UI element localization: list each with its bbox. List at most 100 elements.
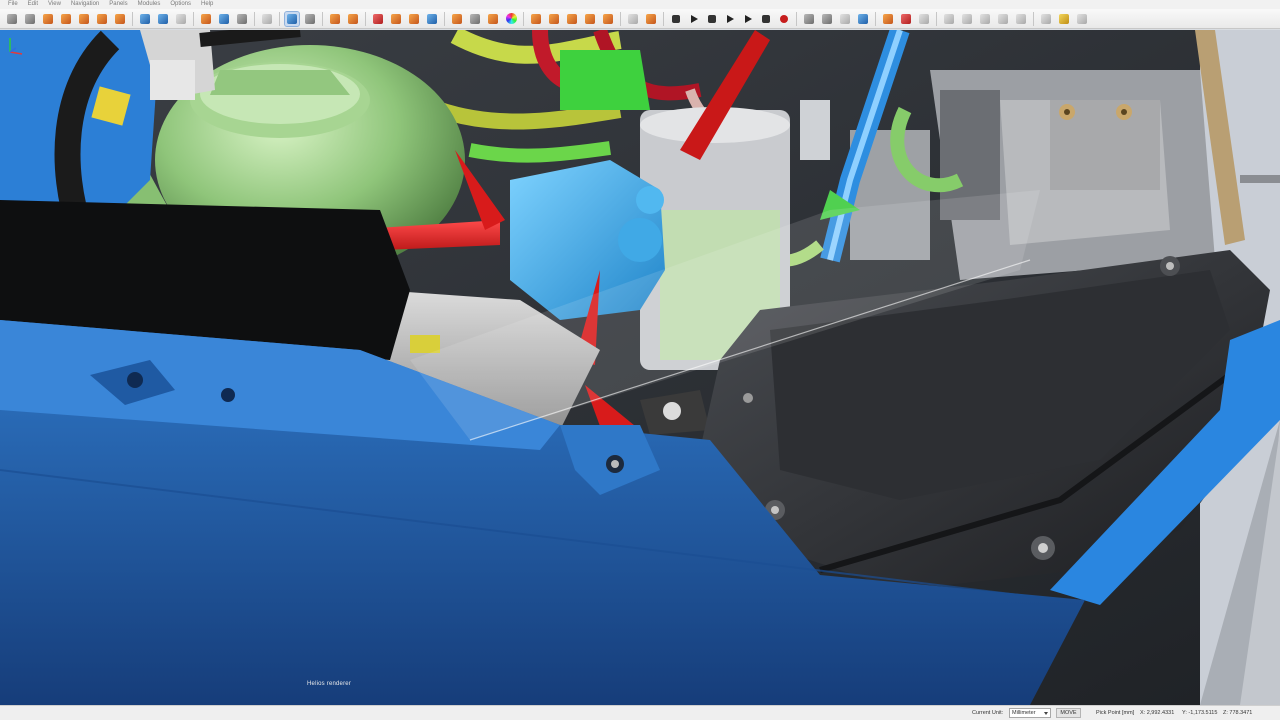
step-forward-button[interactable] <box>741 12 755 26</box>
tool-button[interactable] <box>217 12 231 26</box>
select-button[interactable] <box>5 12 19 26</box>
sphere-button[interactable] <box>95 12 109 26</box>
menu-options[interactable]: Options <box>166 0 195 9</box>
move-button[interactable] <box>328 12 342 26</box>
sphere-icon <box>97 13 107 24</box>
cube-icon <box>79 13 89 24</box>
navigate-button[interactable] <box>284 10 300 27</box>
zoom-icon <box>998 13 1008 24</box>
navigate-icon <box>287 13 297 24</box>
paste-icon <box>158 13 168 24</box>
color-wheel-button[interactable] <box>504 12 518 26</box>
pen-button[interactable] <box>23 12 37 26</box>
align-button[interactable] <box>960 12 974 26</box>
layout-button[interactable] <box>1014 12 1028 26</box>
pick-x-value: X: 2,992.4331 <box>1140 710 1175 716</box>
record-button[interactable] <box>777 12 791 26</box>
cube-button[interactable] <box>547 12 561 26</box>
cube-icon <box>567 13 577 24</box>
layout-button[interactable] <box>838 12 852 26</box>
3d-viewport[interactable]: Helios renderer <box>0 30 1280 705</box>
grid-button[interactable] <box>626 12 640 26</box>
settings-button[interactable] <box>1039 12 1053 26</box>
menu-navigation[interactable]: Navigation <box>67 0 103 9</box>
menu-view[interactable]: View <box>44 0 65 9</box>
box-icon <box>43 13 53 24</box>
cube-button[interactable] <box>529 12 543 26</box>
toolbar-separator <box>620 11 621 26</box>
pointer-button[interactable] <box>856 12 870 26</box>
layout-icon <box>840 13 850 24</box>
x-icon <box>901 13 911 24</box>
pause-button[interactable] <box>705 12 719 26</box>
cube-button[interactable] <box>346 12 360 26</box>
mode-button[interactable]: MOVE <box>1056 708 1081 718</box>
cube-button[interactable] <box>113 12 127 26</box>
fold-button[interactable] <box>174 12 188 26</box>
pick-y-value: Y: -1,173.5115 <box>1182 710 1218 716</box>
grid-icon <box>628 13 638 24</box>
step-back-icon <box>690 14 698 23</box>
paste-button[interactable] <box>156 12 170 26</box>
help-button[interactable] <box>1075 12 1089 26</box>
toolbar-separator <box>254 11 255 26</box>
layout-icon <box>1016 13 1026 24</box>
viewpoint-button[interactable] <box>802 12 816 26</box>
person-button[interactable] <box>425 12 439 26</box>
current-unit-label: Current Unit: <box>972 710 1004 716</box>
sphere-button[interactable] <box>486 12 500 26</box>
toolbar-separator <box>875 11 876 26</box>
skip-start-button[interactable] <box>669 12 683 26</box>
stop-button[interactable] <box>759 12 773 26</box>
settings-icon <box>1041 13 1051 24</box>
shape-icon <box>262 13 272 24</box>
pointer-icon <box>858 13 868 24</box>
align-button[interactable] <box>942 12 956 26</box>
step-back-button[interactable] <box>687 12 701 26</box>
menu-panels[interactable]: Panels <box>105 0 131 9</box>
cube-button[interactable] <box>881 12 895 26</box>
pen-icon <box>25 13 35 24</box>
box-button[interactable] <box>41 12 55 26</box>
cube-button[interactable] <box>450 12 464 26</box>
zoom-button[interactable] <box>978 12 992 26</box>
box-icon <box>603 13 613 24</box>
toolbar-separator <box>1033 11 1034 26</box>
layer-button[interactable] <box>468 12 482 26</box>
delete-button[interactable] <box>235 12 249 26</box>
cube-icon <box>549 13 559 24</box>
cut-button[interactable] <box>199 12 213 26</box>
camera-button[interactable] <box>389 12 403 26</box>
screenshot-icon <box>409 13 419 24</box>
rotate-button[interactable] <box>303 12 317 26</box>
frame-button[interactable] <box>371 12 385 26</box>
toolbar-separator <box>936 11 937 26</box>
help-icon <box>1077 13 1087 24</box>
menu-modules[interactable]: Modules <box>134 0 165 9</box>
menu-help[interactable]: Help <box>197 0 217 9</box>
menu-edit[interactable]: Edit <box>24 0 42 9</box>
copy-button[interactable] <box>138 12 152 26</box>
toolbar-separator <box>279 11 280 26</box>
cube-button[interactable] <box>565 12 579 26</box>
box-button[interactable] <box>601 12 615 26</box>
window-button[interactable] <box>917 12 931 26</box>
unit-select[interactable]: Millimeter <box>1009 708 1051 718</box>
eyedropper-button[interactable] <box>1057 12 1071 26</box>
eyedropper-icon <box>1059 13 1069 24</box>
align-icon <box>944 13 954 24</box>
zoom-button[interactable] <box>996 12 1010 26</box>
globe-button[interactable] <box>644 12 658 26</box>
cube-button[interactable] <box>583 12 597 26</box>
cube-button[interactable] <box>59 12 73 26</box>
shape-button[interactable] <box>260 12 274 26</box>
cut-icon <box>201 13 211 24</box>
main-toolbar <box>0 9 1280 29</box>
menu-file[interactable]: File <box>4 0 22 9</box>
cube-button[interactable] <box>77 12 91 26</box>
sphere-icon <box>488 13 498 24</box>
display-button[interactable] <box>820 12 834 26</box>
x-button[interactable] <box>899 12 913 26</box>
screenshot-button[interactable] <box>407 12 421 26</box>
play-button[interactable] <box>723 12 737 26</box>
